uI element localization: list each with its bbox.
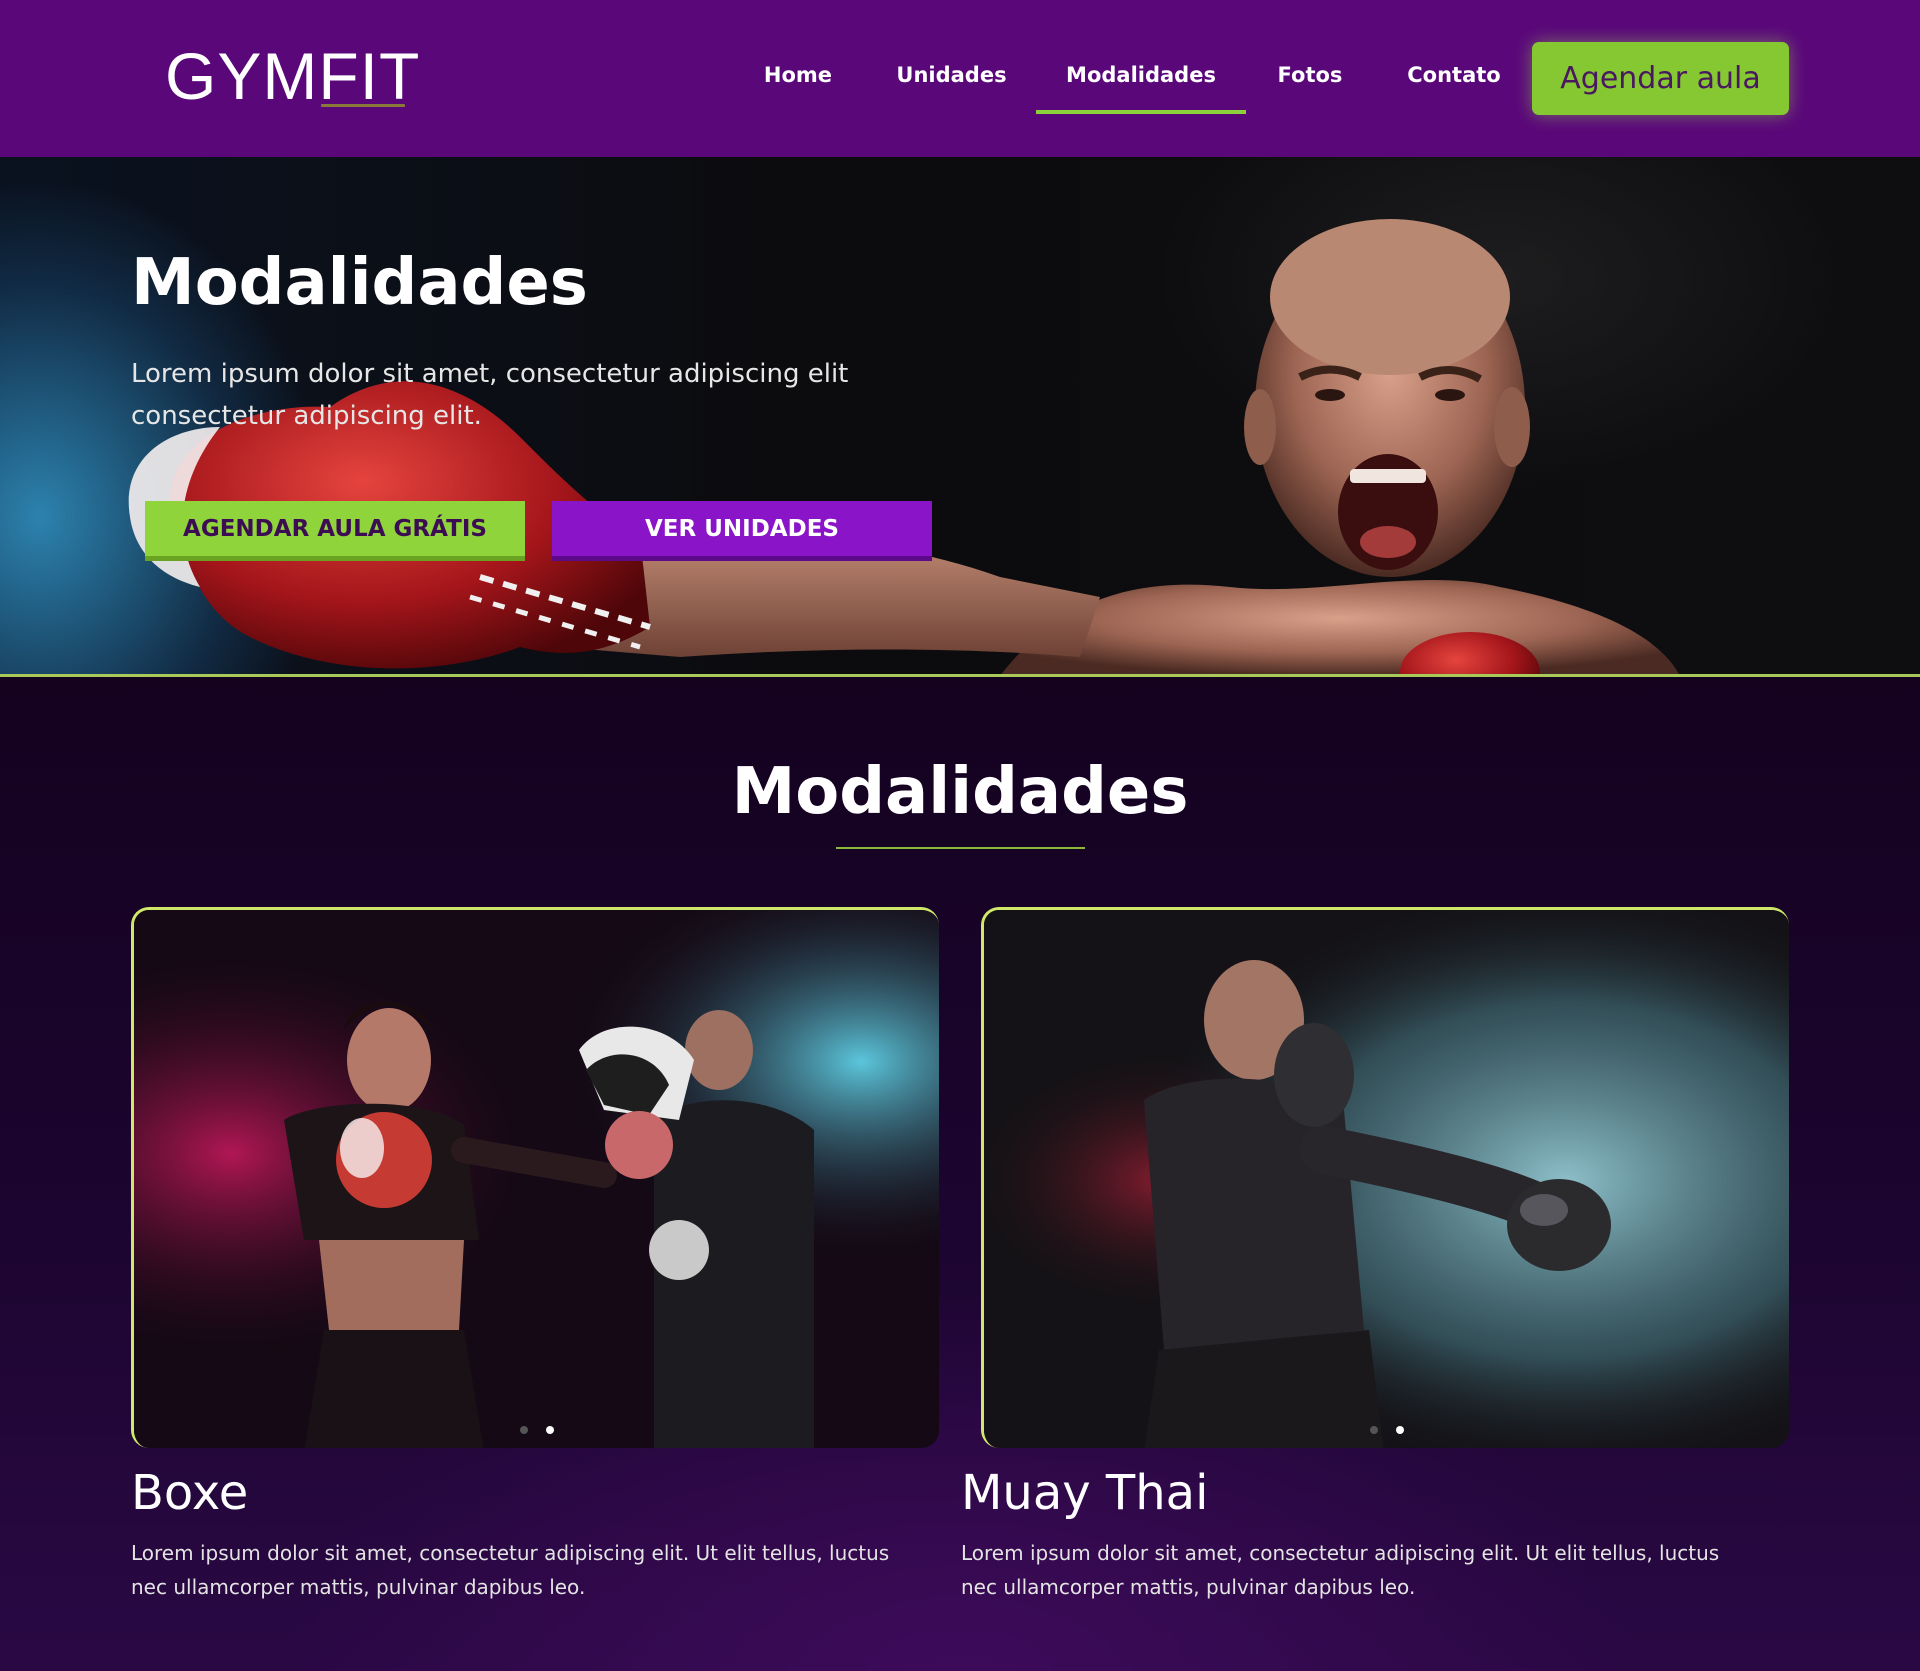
card-text-muay-thai: Lorem ipsum dolor sit amet, consectetur … [961,1541,1720,1599]
carousel-dots-boxe [134,1419,939,1438]
carousel-dot-active[interactable] [545,1426,554,1434]
agendar-aula-gratis-button[interactable]: AGENDAR AULA GRÁTIS [145,501,525,561]
ver-unidades-button[interactable]: VER UNIDADES [552,501,932,561]
nav-item-modalidades[interactable]: Modalidades [1063,58,1219,92]
logo-underline [321,104,405,107]
carousel-dots-muay-thai [984,1419,1789,1438]
logo[interactable]: GYMFIT [165,38,420,114]
nav-item-contato[interactable]: Contato [1402,58,1506,92]
section-title-underline [836,847,1085,849]
nav-item-unidades[interactable]: Unidades [893,58,1010,92]
navbar: GYMFIT Home Unidades Modalidades Fotos C… [0,0,1920,157]
nav-item-fotos[interactable]: Fotos [1272,58,1348,92]
carousel-dot[interactable] [1369,1426,1378,1434]
carousel-dot[interactable] [519,1426,528,1434]
nav-active-indicator [1036,110,1246,114]
card-image-muay-thai [981,907,1789,1448]
muay-thai-fighter-photo [984,910,1789,1448]
card-title-muay-thai: Muay Thai [961,1465,1209,1521]
hero-title: Modalidades [131,246,588,320]
nav-item-home[interactable]: Home [752,58,844,92]
boxing-training-photo [134,910,939,1448]
card-title-boxe: Boxe [131,1465,249,1521]
carousel-dot-active[interactable] [1395,1426,1404,1434]
agendar-aula-button[interactable]: Agendar aula [1532,42,1789,115]
hero-banner: Modalidades Lorem ipsum dolor sit amet, … [0,157,1920,676]
section-title: Modalidades [731,755,1189,829]
hero-description: Lorem ipsum dolor sit amet, consectetur … [131,359,849,431]
card-text-boxe: Lorem ipsum dolor sit amet, consectetur … [131,1541,890,1599]
card-image-boxe [131,907,939,1448]
